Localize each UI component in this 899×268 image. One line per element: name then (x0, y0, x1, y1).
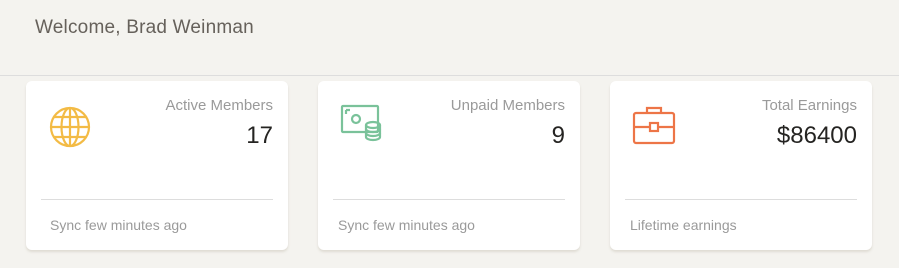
stat-card-total-earnings[interactable]: Total Earnings $86400 Lifetime earnings (610, 81, 872, 250)
stat-card-unpaid-members[interactable]: Unpaid Members 9 Sync few minutes ago (318, 81, 580, 250)
stat-label: Active Members (165, 97, 273, 114)
card-footer-text: Lifetime earnings (630, 217, 737, 233)
card-divider (625, 199, 857, 200)
card-footer-text: Sync few minutes ago (50, 217, 187, 233)
stat-value: $86400 (776, 122, 857, 149)
money-coins-icon (340, 103, 384, 149)
stat-value: 17 (246, 122, 273, 149)
stat-label: Total Earnings (761, 97, 857, 114)
globe-icon (48, 103, 92, 149)
page-header: Welcome, Brad Weinman (0, 0, 899, 76)
card-divider (333, 199, 565, 200)
stat-card-active-members[interactable]: Active Members 17 Sync few minutes ago (26, 81, 288, 250)
stat-value: 9 (551, 122, 565, 149)
welcome-message: Welcome, Brad Weinman (35, 17, 254, 38)
stat-label: Unpaid Members (450, 97, 565, 114)
briefcase-icon (632, 103, 676, 149)
card-footer-text: Sync few minutes ago (338, 217, 475, 233)
card-divider (41, 199, 273, 200)
